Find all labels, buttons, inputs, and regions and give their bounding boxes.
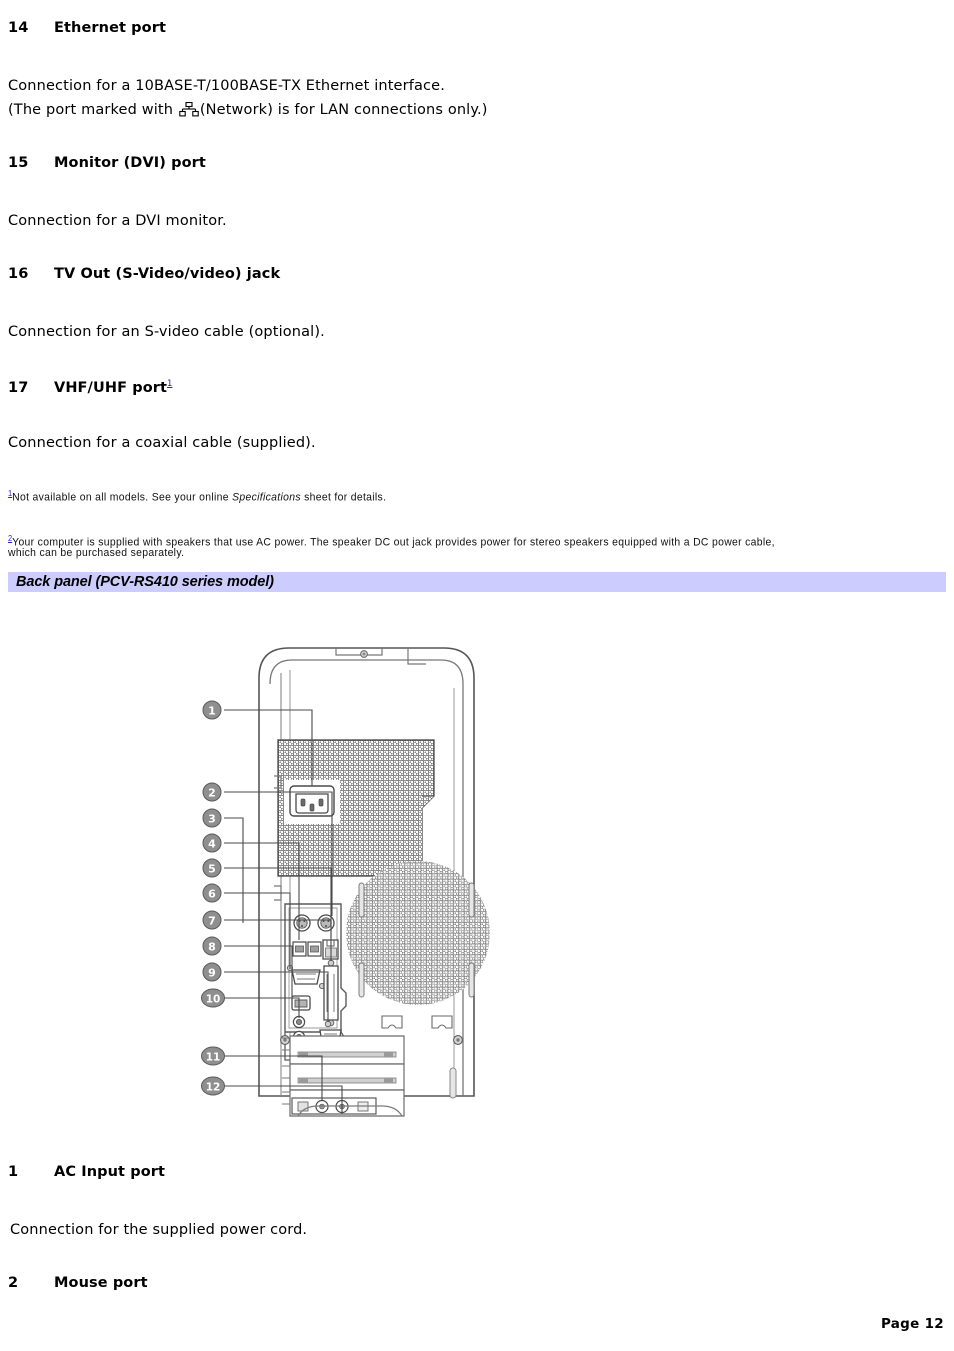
entry-16-label: TV Out (S-Video/video) jack bbox=[54, 266, 281, 282]
callout-4: 4 bbox=[202, 833, 222, 853]
svg-text:11: 11 bbox=[206, 1051, 221, 1063]
footnote-ref-1-link[interactable]: 1 bbox=[167, 379, 172, 389]
entry-16-number: 16 bbox=[8, 266, 29, 282]
entry-14-heading: 14 Ethernet port bbox=[0, 19, 954, 37]
entry-16-body-text: Connection for an S-video cable (optiona… bbox=[8, 324, 325, 340]
entry-16-body: Connection for an S-video cable (optiona… bbox=[0, 320, 954, 344]
callout-12: 12 bbox=[201, 1076, 225, 1096]
callout-6: 6 bbox=[202, 883, 222, 903]
entry-14-number: 14 bbox=[8, 20, 29, 36]
entry-bottom-1-label: AC Input port bbox=[54, 1164, 166, 1180]
svg-text:2: 2 bbox=[208, 786, 216, 799]
callout-5: 5 bbox=[202, 858, 222, 878]
entry-14-body-line2-before: (The port marked with bbox=[8, 102, 178, 118]
entry-15-number: 15 bbox=[8, 155, 29, 171]
callout-2: 2 bbox=[202, 782, 222, 802]
entry-16: 16 TV Out (S-Video/video) jack bbox=[0, 265, 954, 283]
svg-text:12: 12 bbox=[206, 1081, 221, 1093]
callout-10: 10 bbox=[201, 988, 225, 1008]
entry-bottom-2-number: 2 bbox=[8, 1275, 19, 1291]
svg-text:6: 6 bbox=[208, 887, 216, 900]
entry-14-body-line2: (The port marked with (Network) is for L… bbox=[0, 98, 954, 122]
entry-17: 17 VHF/UHF port1 bbox=[0, 375, 954, 397]
document-page: 14 Ethernet port Connection for a 10BASE-… bbox=[0, 0, 954, 1351]
network-icon bbox=[179, 101, 199, 117]
entry-15-body: Connection for a DVI monitor. bbox=[0, 209, 954, 233]
callout-7: 7 bbox=[202, 910, 222, 930]
section-banner-title: Back panel (PCV-RS410 series model) bbox=[16, 574, 274, 590]
entry-16-heading: 16 TV Out (S-Video/video) jack bbox=[0, 265, 954, 283]
svg-text:1: 1 bbox=[208, 704, 216, 717]
callout-11: 11 bbox=[201, 1046, 225, 1066]
entry-bottom-1-number: 1 bbox=[8, 1164, 19, 1180]
svg-text:3: 3 bbox=[208, 812, 216, 825]
svg-text:4: 4 bbox=[208, 837, 216, 850]
entry-17-heading: 17 VHF/UHF port1 bbox=[0, 375, 954, 397]
entry-14-label: Ethernet port bbox=[54, 20, 167, 36]
entry-15-body-text: Connection for a DVI monitor. bbox=[8, 213, 227, 229]
entry-14-body-line2-after: (Network) is for LAN connections only.) bbox=[199, 102, 488, 118]
svg-text:5: 5 bbox=[208, 862, 216, 875]
footnote-1-italic: Specifications bbox=[232, 491, 301, 504]
entry-bottom-1-body: Connection for the supplied power cord. bbox=[0, 1218, 954, 1242]
entry-15-heading: 15 Monitor (DVI) port bbox=[0, 154, 954, 172]
page-number-footer: Page 12 bbox=[880, 1316, 944, 1332]
entry-bottom-1-body-text: Connection for the supplied power cord. bbox=[10, 1222, 308, 1238]
back-panel-figure: 1 2 3 4 5 6 7 8 9 10 11 12 bbox=[186, 628, 506, 1118]
entry-bottom-1: 1 AC Input port bbox=[0, 1163, 954, 1181]
callout-3: 3 bbox=[202, 808, 222, 828]
entry-14: 14 Ethernet port bbox=[0, 19, 954, 37]
svg-text:8: 8 bbox=[208, 940, 216, 953]
entry-15: 15 Monitor (DVI) port bbox=[0, 154, 954, 172]
entry-17-body: Connection for a coaxial cable (supplied… bbox=[0, 431, 954, 455]
svg-text:7: 7 bbox=[208, 914, 216, 927]
svg-text:10: 10 bbox=[206, 993, 221, 1005]
callout-1: 1 bbox=[202, 700, 222, 720]
footnote-2-line2: which can be purchased separately. bbox=[8, 547, 185, 559]
entry-17-body-text: Connection for a coaxial cable (supplied… bbox=[8, 435, 316, 451]
entry-17-label: VHF/UHF port bbox=[54, 379, 168, 396]
callout-9: 9 bbox=[202, 962, 222, 982]
entry-bottom-2-heading: 2 Mouse port bbox=[0, 1274, 954, 1292]
footnote-1: 1Not available on all models. See your o… bbox=[8, 486, 880, 506]
entry-14-body-line1: Connection for a 10BASE-T/100BASE-TX Eth… bbox=[8, 78, 445, 94]
entry-bottom-1-heading: 1 AC Input port bbox=[0, 1163, 954, 1181]
entry-bottom-2: 2 Mouse port bbox=[0, 1274, 954, 1292]
entry-17-number: 17 bbox=[8, 379, 29, 396]
entry-bottom-2-label: Mouse port bbox=[54, 1275, 148, 1291]
callout-8: 8 bbox=[202, 936, 222, 956]
footnote-1-text-before: Not available on all models. See your on… bbox=[12, 491, 233, 504]
entry-14-body: Connection for a 10BASE-T/100BASE-TX Eth… bbox=[0, 74, 954, 122]
footnote-2-cont: which can be purchased separately. bbox=[8, 546, 880, 561]
svg-text:9: 9 bbox=[208, 966, 216, 979]
entry-15-label: Monitor (DVI) port bbox=[54, 155, 206, 171]
footnote-1-text-after: sheet for details. bbox=[300, 491, 387, 504]
